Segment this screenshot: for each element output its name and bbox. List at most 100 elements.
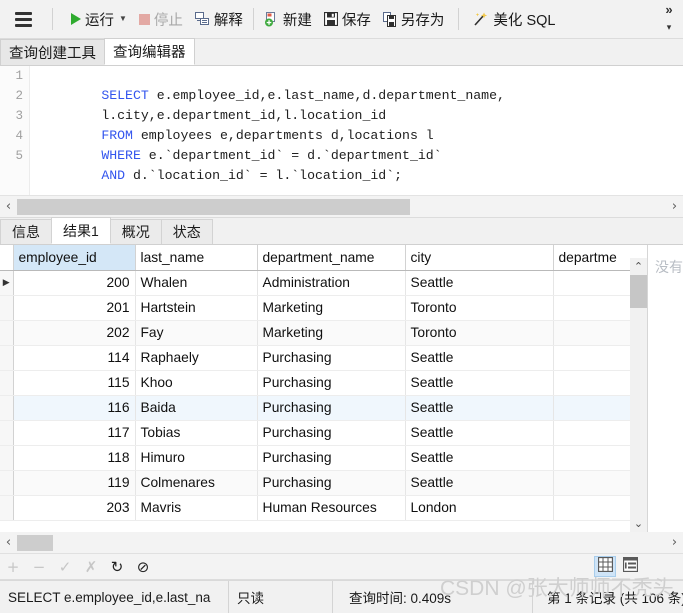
table-row[interactable]: 117 Tobias Purchasing Seattle [0, 420, 647, 446]
cell-department-name[interactable]: Purchasing [257, 345, 406, 371]
cell-employee-id[interactable]: 114 [13, 345, 136, 371]
editor-horizontal-scrollbar[interactable]: ‹ › [0, 196, 683, 218]
new-query-button[interactable]: 新建 [260, 5, 316, 33]
cell-employee-id[interactable]: 119 [13, 470, 136, 496]
sql-editor[interactable]: 1 2 3 4 5 SELECT e.employee_id,e.last_na… [0, 66, 683, 196]
line-number: 4 [15, 129, 23, 143]
cell-department-name[interactable]: Purchasing [257, 395, 406, 421]
form-view-button[interactable] [619, 556, 641, 577]
column-header-department-name[interactable]: department_name [257, 245, 406, 271]
save-button[interactable]: 保存 [320, 5, 375, 33]
refresh-button[interactable]: ↻ [104, 555, 130, 579]
cell-city[interactable]: Seattle [405, 420, 554, 446]
grid-scroll-left-button[interactable]: ‹ [0, 535, 17, 550]
grid-view-button[interactable] [594, 556, 616, 577]
table-row[interactable]: 202 Fay Marketing Toronto [0, 320, 647, 346]
cell-employee-id[interactable]: 200 [13, 270, 136, 296]
run-dropdown-caret-icon[interactable]: ▼ [119, 15, 127, 23]
cell-department-name[interactable]: Administration [257, 270, 406, 296]
sql-code-area[interactable]: SELECT e.employee_id,e.last_name,d.depar… [38, 66, 505, 183]
add-record-button[interactable]: + [0, 555, 26, 579]
cell-last-name[interactable]: Raphaely [135, 345, 258, 371]
stop-button[interactable]: 停止 [135, 5, 187, 33]
apply-changes-button[interactable]: ✓ [52, 555, 78, 579]
cell-last-name[interactable]: Baida [135, 395, 258, 421]
cell-department-name[interactable]: Purchasing [257, 445, 406, 471]
table-row[interactable]: 116 Baida Purchasing Seattle [0, 395, 647, 421]
grid-scroll-up-button[interactable]: ⌃ [630, 258, 647, 275]
cell-city[interactable]: Seattle [405, 345, 554, 371]
status-query-time: 查询时间: 0.409s [333, 580, 533, 613]
stop-loading-button[interactable]: ⊘ [130, 555, 156, 579]
toolbar-divider [52, 8, 53, 30]
cell-city[interactable]: London [405, 495, 554, 521]
tab-query-editor[interactable]: 查询编辑器 [104, 38, 195, 65]
cell-last-name[interactable]: Fay [135, 320, 258, 346]
toolbar-overflow-button[interactable]: » [661, 3, 677, 17]
tab-profile[interactable]: 概况 [109, 219, 162, 244]
tab-status[interactable]: 状态 [160, 219, 213, 244]
grid-scroll-down-button[interactable]: ⌄ [630, 515, 647, 532]
cell-employee-id[interactable]: 115 [13, 370, 136, 396]
table-row[interactable]: 119 Colmenares Purchasing Seattle [0, 470, 647, 496]
column-header-employee-id[interactable]: employee_id [13, 245, 136, 271]
cell-city[interactable]: Seattle [405, 395, 554, 421]
explain-button[interactable]: 解释 [191, 5, 247, 33]
cell-city[interactable]: Seattle [405, 445, 554, 471]
table-row[interactable]: ▶ 200 Whalen Administration Seattle [0, 270, 647, 296]
grid-scroll-right-button[interactable]: › [666, 535, 683, 550]
grid-hscroll-thumb[interactable] [17, 534, 53, 551]
editor-tab-bar: 查询创建工具 查询编辑器 [0, 38, 683, 66]
editor-scroll-thumb[interactable] [17, 198, 410, 215]
cell-department-name[interactable]: Marketing [257, 295, 406, 321]
column-header-city[interactable]: city [405, 245, 554, 271]
cell-employee-id[interactable]: 116 [13, 395, 136, 421]
beautify-sql-button[interactable]: 美化 SQL [469, 5, 559, 33]
column-header-last-name[interactable]: last_name [135, 245, 258, 271]
cell-department-name[interactable]: Human Resources [257, 495, 406, 521]
run-button[interactable]: 运行 ▼ [67, 5, 131, 33]
editor-scroll-left-button[interactable]: ‹ [0, 199, 17, 214]
table-row[interactable]: 114 Raphaely Purchasing Seattle [0, 345, 647, 371]
tab-info[interactable]: 信息 [0, 219, 52, 244]
table-row[interactable]: 201 Hartstein Marketing Toronto [0, 295, 647, 321]
grid-horizontal-scrollbar[interactable]: ‹ › [0, 532, 683, 554]
cell-employee-id[interactable]: 117 [13, 420, 136, 446]
result-grid[interactable]: employee_id last_name department_name ci… [0, 245, 648, 532]
cell-employee-id[interactable]: 203 [13, 495, 136, 521]
cell-employee-id[interactable]: 201 [13, 295, 136, 321]
cell-city[interactable]: Toronto [405, 320, 554, 346]
editor-scroll-track[interactable] [17, 198, 666, 215]
cell-employee-id[interactable]: 202 [13, 320, 136, 346]
grid-scroll-thumb[interactable] [630, 275, 647, 308]
discard-changes-button[interactable]: ✗ [78, 555, 104, 579]
cell-last-name[interactable]: Colmenares [135, 470, 258, 496]
cell-last-name[interactable]: Tobias [135, 420, 258, 446]
grid-vertical-scrollbar[interactable]: ⌃ ⌄ [630, 258, 647, 532]
cell-city[interactable]: Toronto [405, 295, 554, 321]
tab-result1[interactable]: 结果1 [51, 217, 111, 244]
cell-department-name[interactable]: Purchasing [257, 420, 406, 446]
cell-city[interactable]: Seattle [405, 370, 554, 396]
tab-query-builder[interactable]: 查询创建工具 [0, 39, 105, 65]
cell-last-name[interactable]: Mavris [135, 495, 258, 521]
cell-last-name[interactable]: Khoo [135, 370, 258, 396]
table-row[interactable]: 115 Khoo Purchasing Seattle [0, 370, 647, 396]
grid-hscroll-track[interactable] [17, 534, 666, 551]
cell-city[interactable]: Seattle [405, 470, 554, 496]
cell-employee-id[interactable]: 118 [13, 445, 136, 471]
cell-last-name[interactable]: Himuro [135, 445, 258, 471]
table-row[interactable]: 203 Mavris Human Resources London [0, 495, 647, 521]
cell-last-name[interactable]: Hartstein [135, 295, 258, 321]
cell-department-name[interactable]: Purchasing [257, 470, 406, 496]
table-row[interactable]: 118 Himuro Purchasing Seattle [0, 445, 647, 471]
toolbar-overflow-caret-icon[interactable]: ▾ [661, 22, 677, 32]
cell-city[interactable]: Seattle [405, 270, 554, 296]
hamburger-menu-button[interactable] [0, 0, 46, 39]
delete-record-button[interactable]: − [26, 555, 52, 579]
save-as-button[interactable]: 另存为 [379, 5, 449, 33]
cell-department-name[interactable]: Purchasing [257, 370, 406, 396]
cell-last-name[interactable]: Whalen [135, 270, 258, 296]
cell-department-name[interactable]: Marketing [257, 320, 406, 346]
editor-scroll-right-button[interactable]: › [666, 199, 683, 214]
